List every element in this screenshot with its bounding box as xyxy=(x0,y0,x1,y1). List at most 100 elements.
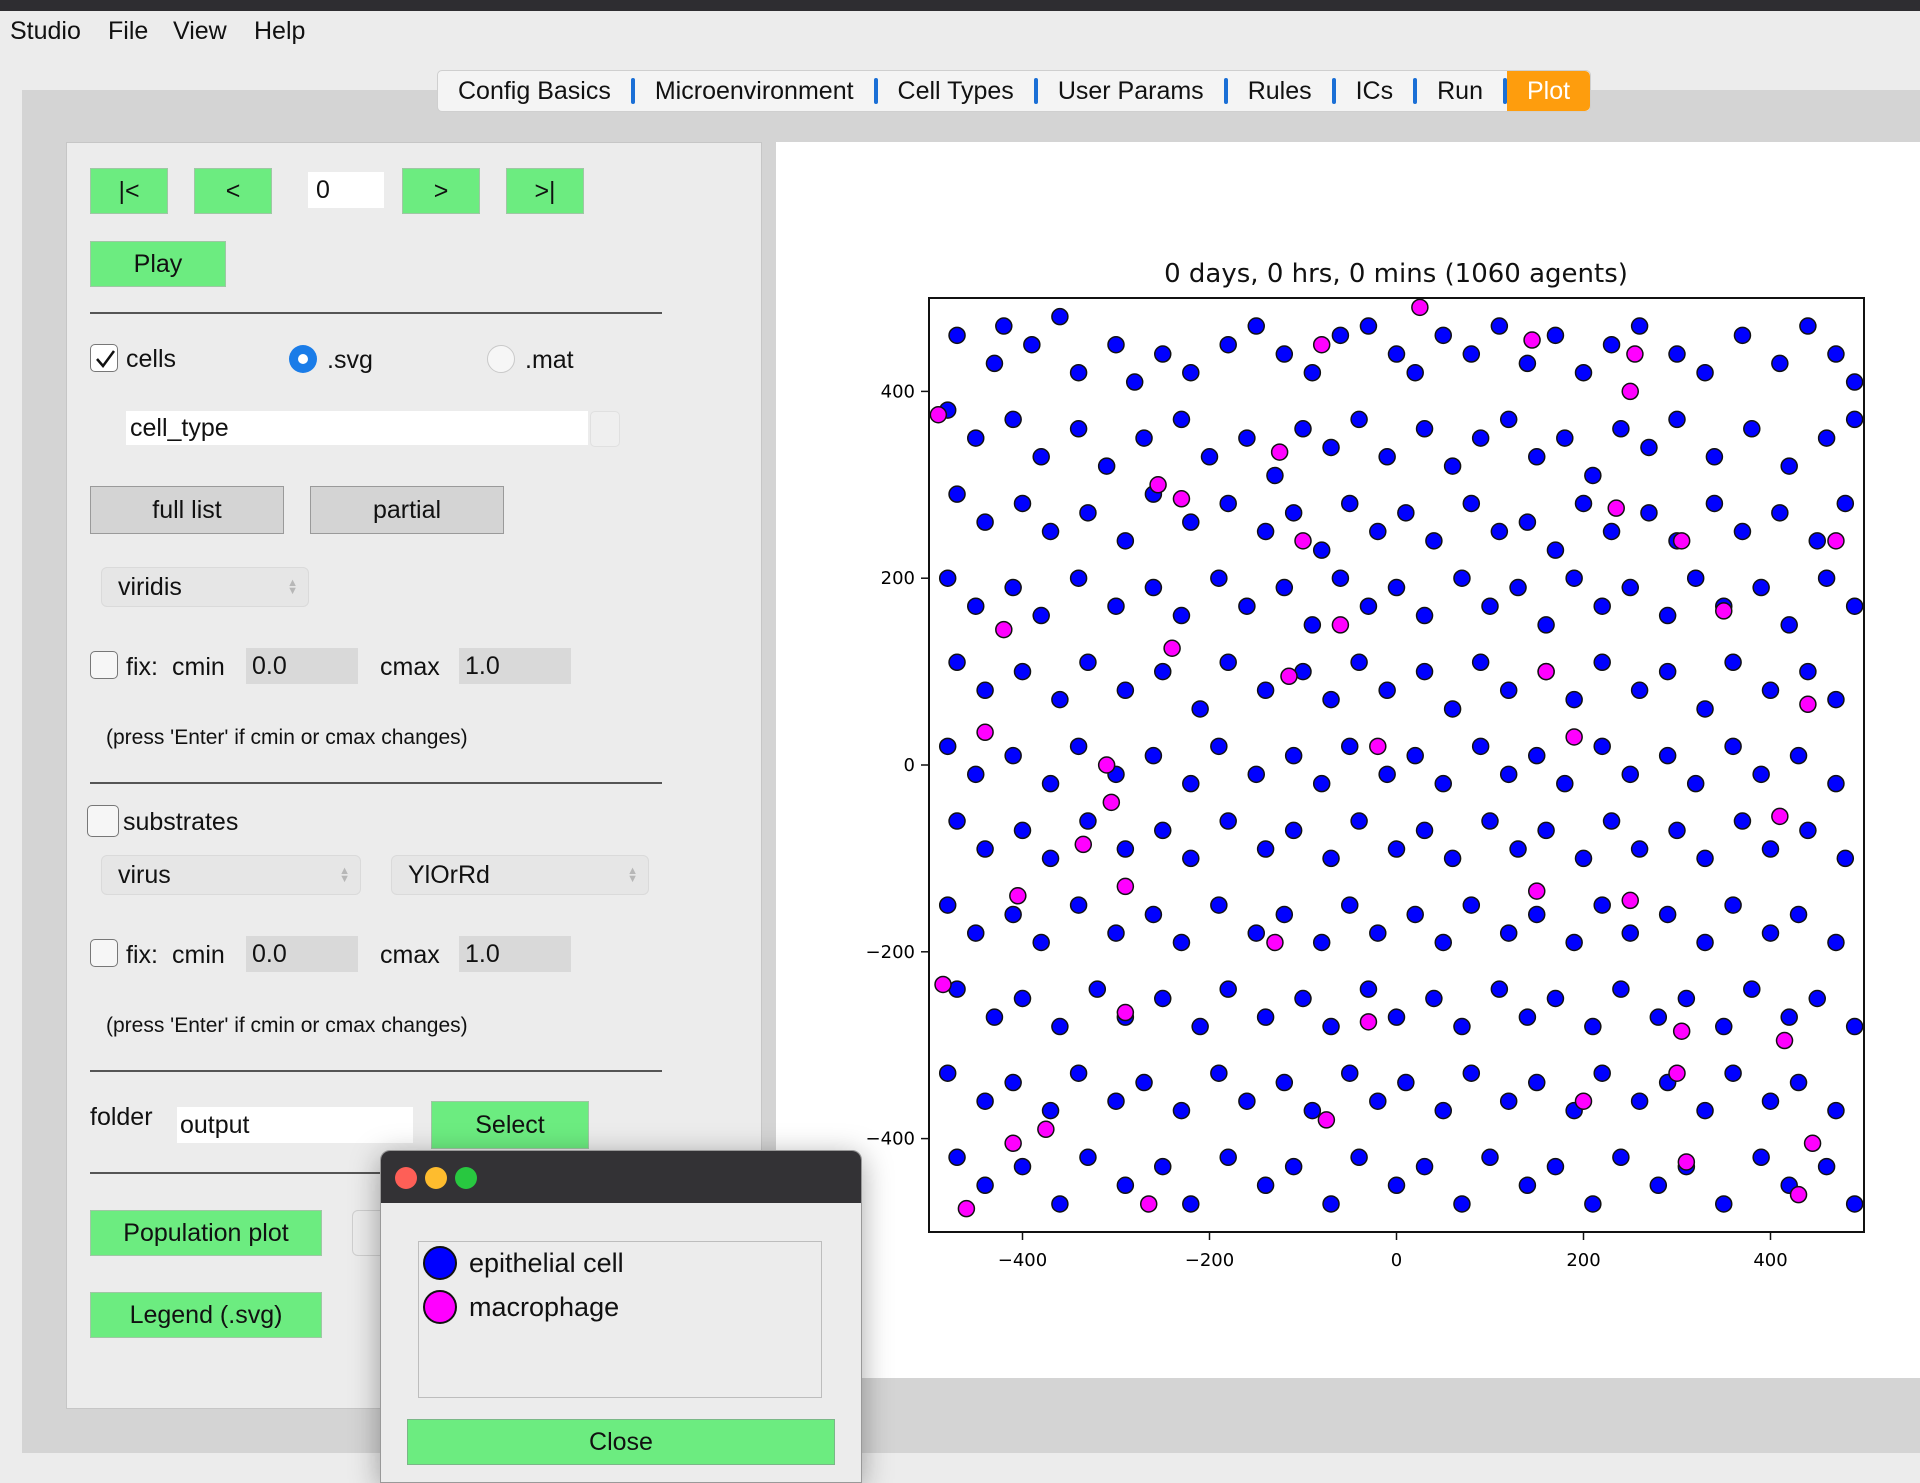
combo-dropdown-icon[interactable] xyxy=(590,411,620,447)
epithelial-cell-point xyxy=(1518,1176,1537,1195)
epithelial-cell-point xyxy=(1013,662,1032,681)
tab-ics[interactable]: ICs xyxy=(1336,71,1414,111)
epithelial-cell-point xyxy=(967,597,985,615)
epithelial-cell-point xyxy=(1182,513,1200,531)
macrophage-point xyxy=(1528,882,1546,900)
epithelial-cell-point xyxy=(1640,504,1658,522)
close-dialog-button[interactable]: Close xyxy=(407,1419,835,1465)
folder-label: folder xyxy=(90,1103,153,1131)
full-list-button[interactable]: full list xyxy=(90,486,284,534)
tab-rules[interactable]: Rules xyxy=(1228,71,1332,111)
epithelial-cell-point xyxy=(1013,494,1032,513)
macrophage-point xyxy=(1771,807,1789,826)
tab-microenvironment[interactable]: Microenvironment xyxy=(635,71,874,111)
epithelial-cell-point xyxy=(1593,653,1611,672)
epithelial-cell-point xyxy=(1322,690,1340,709)
tab-plot[interactable]: Plot xyxy=(1506,71,1591,111)
epithelial-cell-point xyxy=(1079,1148,1097,1167)
epithelial-cell-point xyxy=(1528,1073,1546,1092)
epithelial-cell-point xyxy=(1032,933,1050,952)
epithelial-cell-point xyxy=(1518,513,1537,531)
epithelial-cell-point xyxy=(1284,821,1303,840)
svg-radio[interactable] xyxy=(289,345,317,373)
macrophage-point xyxy=(1037,1120,1055,1139)
epithelial-cell-point xyxy=(1247,924,1265,942)
substrates-checkbox[interactable] xyxy=(87,805,119,837)
epithelial-cell-point xyxy=(1724,737,1742,756)
frame-number-input[interactable]: 0 xyxy=(308,172,384,208)
epithelial-cell-point xyxy=(948,1148,966,1167)
epithelial-cell-point xyxy=(1247,317,1265,335)
radio-dot-icon xyxy=(298,354,308,364)
play-button[interactable]: Play xyxy=(90,241,226,287)
folder-input[interactable]: output xyxy=(177,1107,413,1143)
epithelial-cell-point xyxy=(1640,438,1658,457)
epithelial-cell-point xyxy=(1528,448,1546,466)
macrophage-point xyxy=(1369,737,1387,756)
substrates-fix-checkbox[interactable] xyxy=(90,939,118,967)
menu-file[interactable]: File xyxy=(108,17,148,46)
macrophage-point xyxy=(1621,891,1639,910)
cell-colormap-select[interactable]: viridis ▲ ▼ xyxy=(101,567,309,607)
epithelial-cell-point xyxy=(1593,737,1611,756)
epithelial-cell-point xyxy=(1369,522,1387,541)
macrophage-point xyxy=(1317,1111,1336,1129)
minimize-window-icon[interactable] xyxy=(425,1167,447,1189)
epithelial-cell-point xyxy=(1378,765,1396,784)
epithelial-cell-point xyxy=(1658,606,1677,625)
tab-run[interactable]: Run xyxy=(1417,71,1503,111)
epithelial-cell-point xyxy=(1350,1148,1368,1167)
cells-fix-checkbox[interactable] xyxy=(90,651,118,679)
epithelial-cell-point xyxy=(938,1064,957,1082)
macrophage-point xyxy=(1799,695,1817,714)
close-window-icon[interactable] xyxy=(395,1167,417,1189)
substrate-select[interactable]: virus ▲ ▼ xyxy=(101,855,361,895)
menu-help[interactable]: Help xyxy=(254,17,305,46)
next-frame-button[interactable]: > xyxy=(402,168,480,214)
updown-arrow-icon: ▲ ▼ xyxy=(287,577,298,597)
prev-frame-button[interactable]: < xyxy=(194,168,272,214)
tab-user-params[interactable]: User Params xyxy=(1038,71,1224,111)
mat-radio[interactable] xyxy=(487,345,515,373)
zoom-window-icon[interactable] xyxy=(455,1167,477,1189)
epithelial-cell-point xyxy=(1724,1064,1742,1082)
menu-view[interactable]: View xyxy=(173,17,227,46)
epithelial-cell-point xyxy=(1369,924,1387,942)
tab-config-basics[interactable]: Config Basics xyxy=(438,71,631,111)
epithelial-cell-point xyxy=(1574,363,1593,382)
epithelial-cell-point xyxy=(1845,1195,1864,1213)
substrate-colormap-select[interactable]: YlOrRd ▲ ▼ xyxy=(391,855,649,895)
epithelial-cell-point xyxy=(1135,1073,1153,1092)
epithelial-cell-point xyxy=(948,485,966,503)
epithelial-cell-point xyxy=(1499,1092,1518,1110)
epithelial-cell-point xyxy=(1443,849,1462,868)
cell-field-combo[interactable]: cell_type xyxy=(126,411,588,445)
substrates-cmin-input[interactable]: 0.0 xyxy=(246,936,358,972)
epithelial-cell-point xyxy=(1238,429,1256,447)
partial-button[interactable]: partial xyxy=(310,486,504,534)
cells-checkbox[interactable] xyxy=(90,344,118,372)
legend-svg-button[interactable]: Legend (.svg) xyxy=(90,1292,322,1338)
select-folder-button[interactable]: Select xyxy=(431,1101,589,1149)
epithelial-cell-point xyxy=(1696,933,1714,952)
last-frame-button[interactable]: >| xyxy=(506,168,584,214)
epithelial-cell-point xyxy=(1200,448,1219,466)
cells-cmin-input[interactable]: 0.0 xyxy=(246,648,358,684)
epithelial-cell-point xyxy=(1041,849,1060,868)
substrates-cmax-input[interactable]: 1.0 xyxy=(459,936,571,972)
epithelial-cell-point xyxy=(1378,681,1396,700)
epithelial-cell-point xyxy=(1771,504,1789,522)
epithelial-cell-point xyxy=(967,429,985,447)
epithelial-cell-point xyxy=(1294,420,1312,438)
cells-cmax-input[interactable]: 1.0 xyxy=(459,648,571,684)
epithelial-cell-point xyxy=(1453,1195,1471,1213)
epithelial-cell-point xyxy=(1256,1176,1275,1195)
population-plot-button[interactable]: Population plot xyxy=(90,1210,322,1256)
epithelial-cell-point xyxy=(1612,1148,1630,1167)
epithelial-cell-point xyxy=(1172,1101,1191,1120)
epithelial-cell-point xyxy=(1761,924,1780,942)
tab-cell-types[interactable]: Cell Types xyxy=(878,71,1034,111)
menu-studio[interactable]: Studio xyxy=(10,17,81,46)
first-frame-button[interactable]: |< xyxy=(90,168,168,214)
epithelial-cell-point xyxy=(1275,578,1294,597)
